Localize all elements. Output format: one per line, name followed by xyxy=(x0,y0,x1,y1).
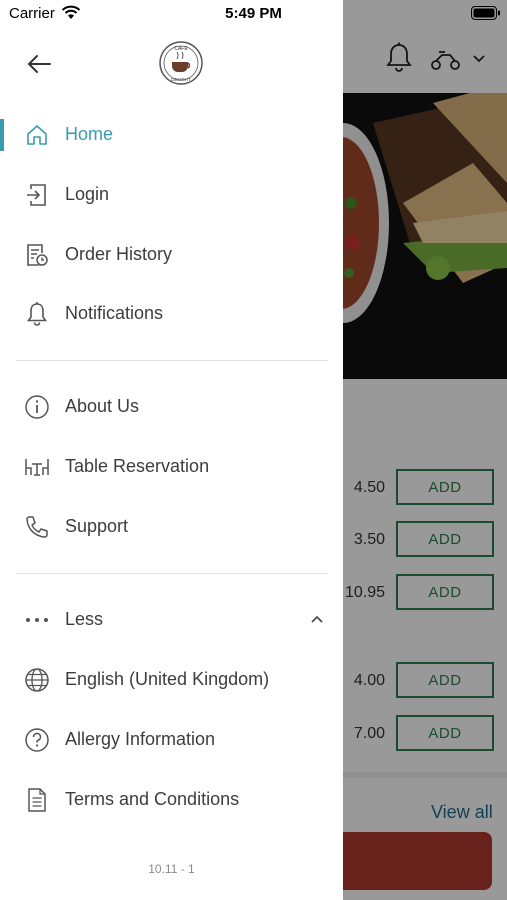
more-dots-icon xyxy=(22,606,52,634)
menu-item-login[interactable]: Login xyxy=(0,173,343,217)
table-icon xyxy=(22,453,52,481)
battery-icon xyxy=(471,6,501,20)
menu-label: Less xyxy=(65,609,104,629)
menu-item-less-toggle[interactable]: Less xyxy=(0,598,343,642)
status-bar: Carrier 5:49 PM xyxy=(0,0,507,28)
bell-icon xyxy=(22,300,52,328)
order-history-icon xyxy=(22,241,52,269)
logo-text-top: CAFE xyxy=(174,46,188,52)
navigation-drawer: CAFE DELIGHT Home Login Order History No… xyxy=(0,0,343,900)
menu-label: About Us xyxy=(65,396,140,416)
menu-label: English (United Kingdom) xyxy=(65,669,270,689)
globe-icon xyxy=(22,666,52,694)
menu-item-home[interactable]: Home xyxy=(0,113,343,157)
menu-label: Allergy Information xyxy=(65,729,216,749)
menu-divider xyxy=(16,573,328,574)
document-icon xyxy=(22,786,52,814)
menu-label: Support xyxy=(65,516,129,536)
logo-text-bottom: DELIGHT xyxy=(171,77,191,82)
clock: 5:49 PM xyxy=(225,5,282,22)
menu-item-allergy-information[interactable]: Allergy Information xyxy=(0,718,343,762)
info-icon xyxy=(22,393,52,421)
chevron-up-icon xyxy=(309,612,325,626)
menu-item-terms-and-conditions[interactable]: Terms and Conditions xyxy=(0,778,343,822)
menu-item-language[interactable]: English (United Kingdom) xyxy=(0,658,343,702)
question-icon xyxy=(22,726,52,754)
menu-item-table-reservation[interactable]: Table Reservation xyxy=(0,445,343,489)
menu-label: Login xyxy=(65,184,110,204)
menu-item-about-us[interactable]: About Us xyxy=(0,385,343,429)
phone-icon xyxy=(22,513,52,541)
menu-label: Notifications xyxy=(65,303,164,323)
menu-label: Home xyxy=(65,124,114,144)
home-icon xyxy=(22,121,52,149)
menu-label: Terms and Conditions xyxy=(65,789,240,809)
menu-label: Order History xyxy=(65,244,173,264)
menu-label: Table Reservation xyxy=(65,456,210,476)
menu-item-notifications[interactable]: Notifications xyxy=(0,292,343,336)
back-arrow-icon[interactable] xyxy=(24,50,54,78)
menu-item-support[interactable]: Support xyxy=(0,505,343,549)
cafe-logo: CAFE DELIGHT xyxy=(157,40,205,86)
menu-divider xyxy=(16,360,328,361)
login-icon xyxy=(22,181,52,209)
menu-item-order-history[interactable]: Order History xyxy=(0,233,343,277)
app-version: 10.11 - 1 xyxy=(148,862,195,876)
